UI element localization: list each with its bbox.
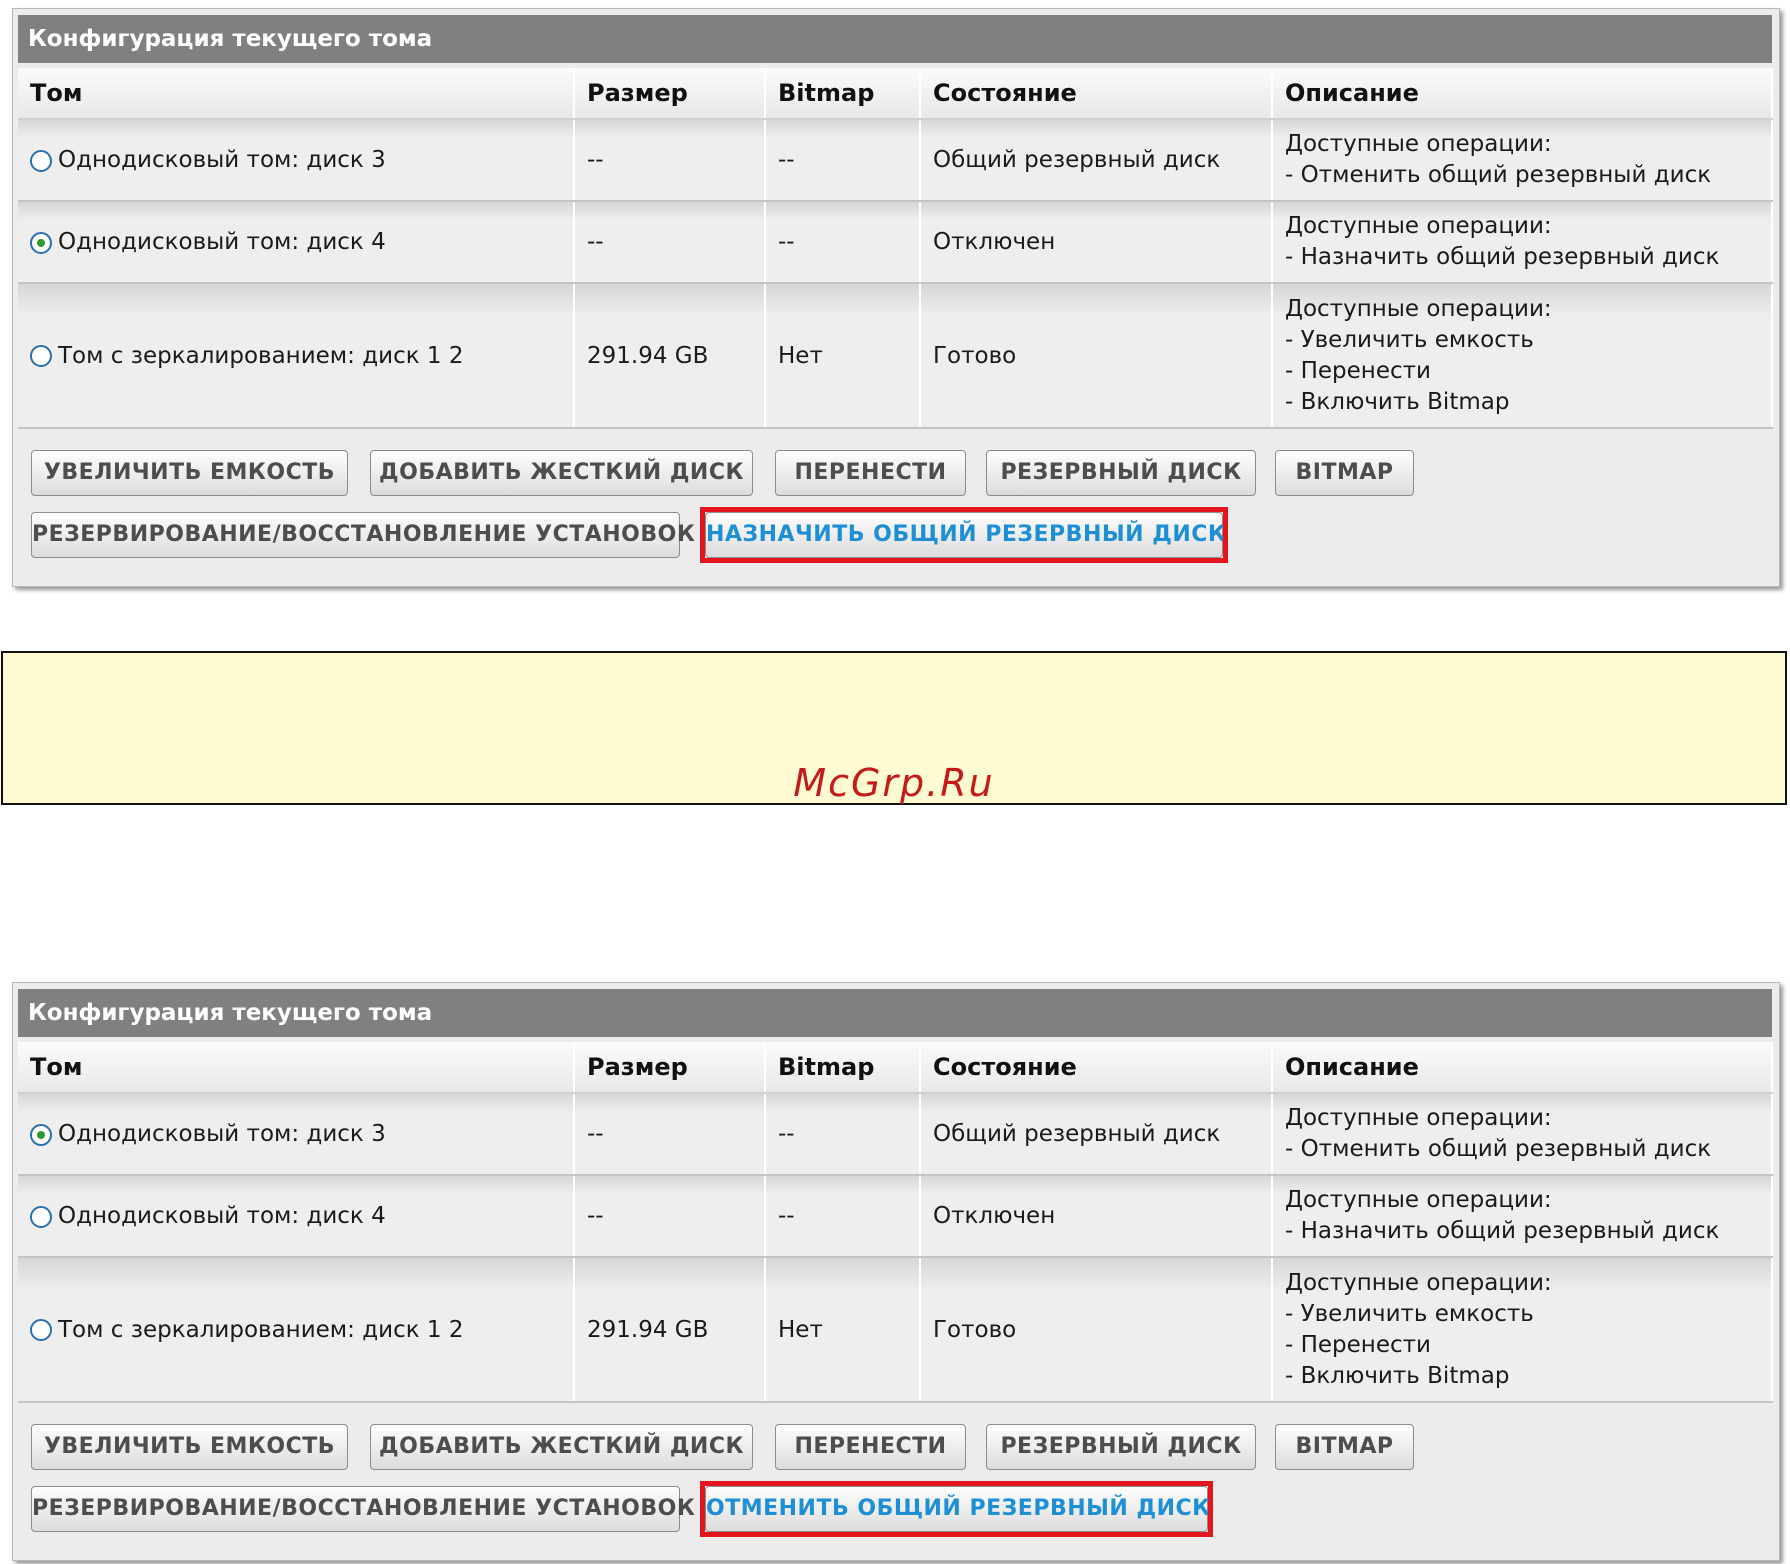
volume-name: Однодисковый том: диск 4	[58, 1203, 386, 1229]
bitmap-cell: Нет	[765, 1257, 921, 1403]
volume-cell: Однодисковый том: диск 3	[18, 119, 575, 202]
status-cell: Общий резервный диск	[920, 119, 1273, 202]
add-hard-disk-button[interactable]: ДОБАВИТЬ ЖЕСТКИЙ ДИСК	[370, 450, 753, 496]
volume-config-panel-1: Конфигурация текущего тома Том Размер Bi…	[12, 8, 1780, 587]
table-header-row: Том Размер Bitmap Состояние Описание	[18, 1042, 1773, 1094]
watermark-banner: McGrp.Ru	[1, 651, 1787, 805]
add-hard-disk-button[interactable]: ДОБАВИТЬ ЖЕСТКИЙ ДИСК	[370, 1424, 753, 1470]
radio-button[interactable]	[30, 345, 52, 367]
spare-disk-button[interactable]: РЕЗЕРВНЫЙ ДИСК	[986, 1424, 1256, 1470]
volume-name: Однодисковый том: диск 3	[58, 1121, 386, 1147]
table-row[interactable]: Однодисковый том: диск 4 -- -- Отключен …	[18, 201, 1773, 284]
column-header-size: Размер	[574, 1042, 766, 1094]
status-cell: Отключен	[920, 1175, 1273, 1258]
size-cell: --	[574, 1093, 766, 1176]
bitmap-cell: Нет	[765, 283, 921, 429]
size-cell: --	[574, 201, 766, 284]
expand-capacity-button[interactable]: УВЕЛИЧИТЬ ЕМКОСТЬ	[31, 450, 348, 496]
description-line: Доступные операции:	[1285, 213, 1552, 239]
description-line: - Отменить общий резервный диск	[1285, 1136, 1712, 1162]
volume-cell: Однодисковый том: диск 4	[18, 201, 575, 284]
highlight-box	[700, 507, 1228, 563]
volume-cell: Однодисковый том: диск 3	[18, 1093, 575, 1176]
radio-button-selected[interactable]	[30, 231, 52, 254]
table-row[interactable]: Однодисковый том: диск 4 -- -- Отключен …	[18, 1175, 1773, 1258]
status-cell: Общий резервный диск	[920, 1093, 1273, 1176]
spare-disk-button[interactable]: РЕЗЕРВНЫЙ ДИСК	[986, 450, 1256, 496]
size-cell: --	[574, 119, 766, 202]
bitmap-button[interactable]: BITMAP	[1275, 1424, 1414, 1470]
description-line: Доступные операции:	[1285, 131, 1552, 157]
bitmap-cell: --	[765, 1175, 921, 1258]
volume-table: Том Размер Bitmap Состояние Описание Одн…	[18, 68, 1773, 429]
radio-button-selected[interactable]	[30, 1123, 52, 1146]
description-line: Доступные операции:	[1285, 295, 1552, 322]
column-header-size: Размер	[574, 68, 766, 120]
migrate-button[interactable]: ПЕРЕНЕСТИ	[775, 450, 966, 496]
bitmap-cell: --	[765, 119, 921, 202]
status-cell: Готово	[920, 1257, 1273, 1403]
size-cell: --	[574, 1175, 766, 1258]
description-line: Доступные операции:	[1285, 1105, 1552, 1131]
description-cell: Доступные операции: - Отменить общий рез…	[1272, 119, 1773, 202]
migrate-button[interactable]: ПЕРЕНЕСТИ	[775, 1424, 966, 1470]
volume-table: Том Размер Bitmap Состояние Описание Одн…	[18, 1042, 1773, 1403]
bitmap-button[interactable]: BITMAP	[1275, 450, 1414, 496]
expand-capacity-button[interactable]: УВЕЛИЧИТЬ ЕМКОСТЬ	[31, 1424, 348, 1470]
panel-title: Конфигурация текущего тома	[18, 989, 1772, 1037]
bitmap-cell: --	[765, 1093, 921, 1176]
description-line: - Включить Bitmap	[1285, 388, 1510, 415]
column-header-volume: Том	[18, 68, 575, 120]
description-line: - Отменить общий резервный диск	[1285, 162, 1712, 188]
backup-restore-settings-button[interactable]: РЕЗЕРВИРОВАНИЕ/ВОССТАНОВЛЕНИЕ УСТАНОВОК	[31, 512, 695, 558]
column-header-bitmap: Bitmap	[765, 68, 921, 120]
table-row[interactable]: Том с зеркалированием: диск 1 2 291.94 G…	[18, 1257, 1773, 1403]
table-row[interactable]: Однодисковый том: диск 3 -- -- Общий рез…	[18, 1093, 1773, 1176]
highlight-box	[700, 1481, 1213, 1537]
description-line: - Назначить общий резервный диск	[1285, 1218, 1720, 1244]
description-cell: Доступные операции: - Назначить общий ре…	[1272, 1175, 1773, 1258]
description-cell: Доступные операции: - Назначить общий ре…	[1272, 201, 1773, 284]
column-header-status: Состояние	[920, 1042, 1273, 1094]
description-cell: Доступные операции: - Увеличить емкость …	[1272, 1257, 1773, 1403]
backup-restore-settings-button[interactable]: РЕЗЕРВИРОВАНИЕ/ВОССТАНОВЛЕНИЕ УСТАНОВОК	[31, 1486, 695, 1532]
column-header-bitmap: Bitmap	[765, 1042, 921, 1094]
radio-button[interactable]	[30, 1205, 52, 1228]
radio-button[interactable]	[30, 1319, 52, 1341]
table-header-row: Том Размер Bitmap Состояние Описание	[18, 68, 1773, 120]
radio-button[interactable]	[30, 149, 52, 172]
description-line: - Назначить общий резервный диск	[1285, 244, 1720, 270]
size-cell: 291.94 GB	[574, 1257, 766, 1403]
volume-config-panel-2: Конфигурация текущего тома Том Размер Bi…	[12, 982, 1780, 1561]
size-cell: 291.94 GB	[574, 283, 766, 429]
status-cell: Готово	[920, 283, 1273, 429]
watermark-text: McGrp.Ru	[793, 761, 995, 805]
description-cell: Доступные операции: - Увеличить емкость …	[1272, 283, 1773, 429]
column-header-status: Состояние	[920, 68, 1273, 120]
description-line: Доступные операции:	[1285, 1269, 1552, 1296]
volume-name: Однодисковый том: диск 3	[58, 147, 386, 173]
description-line: - Перенести	[1285, 357, 1431, 384]
panel-title: Конфигурация текущего тома	[18, 15, 1772, 63]
column-header-description: Описание	[1272, 68, 1773, 120]
description-line: Доступные операции:	[1285, 1187, 1552, 1213]
description-line: - Перенести	[1285, 1331, 1431, 1358]
status-cell: Отключен	[920, 201, 1273, 284]
description-cell: Доступные операции: - Отменить общий рез…	[1272, 1093, 1773, 1176]
volume-name: Том с зеркалированием: диск 1 2	[58, 1316, 464, 1343]
bitmap-cell: --	[765, 201, 921, 284]
description-line: - Включить Bitmap	[1285, 1362, 1510, 1389]
column-header-volume: Том	[18, 1042, 575, 1094]
volume-cell: Однодисковый том: диск 4	[18, 1175, 575, 1258]
volume-name: Том с зеркалированием: диск 1 2	[58, 342, 464, 369]
table-row[interactable]: Однодисковый том: диск 3 -- -- Общий рез…	[18, 119, 1773, 202]
description-line: - Увеличить емкость	[1285, 1300, 1534, 1327]
volume-cell: Том с зеркалированием: диск 1 2	[18, 1257, 575, 1403]
table-row[interactable]: Том с зеркалированием: диск 1 2 291.94 G…	[18, 283, 1773, 429]
column-header-description: Описание	[1272, 1042, 1773, 1094]
description-line: - Увеличить емкость	[1285, 326, 1534, 353]
volume-name: Однодисковый том: диск 4	[58, 229, 386, 255]
volume-cell: Том с зеркалированием: диск 1 2	[18, 283, 575, 429]
